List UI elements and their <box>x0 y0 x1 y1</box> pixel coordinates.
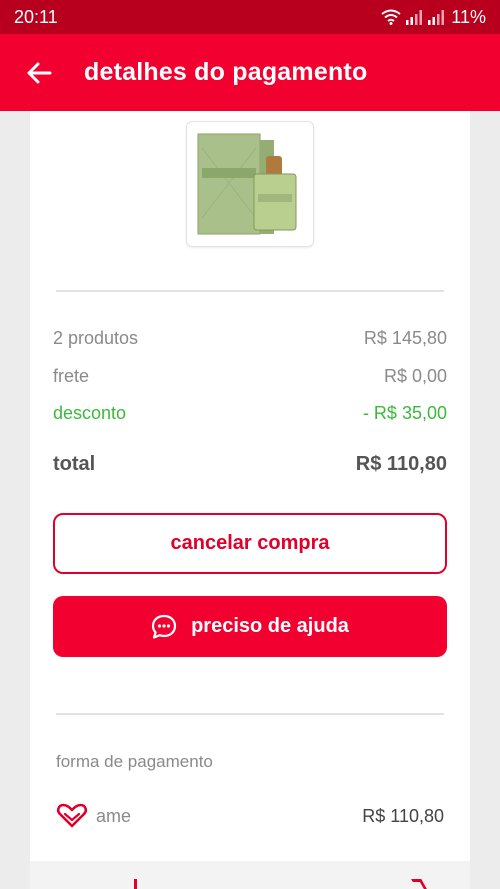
perfume-product-image <box>197 133 297 235</box>
cancel-purchase-label: cancelar compra <box>170 532 330 554</box>
shipping-value: R$ 0,00 <box>383 366 447 386</box>
shipping-label: frete <box>53 366 90 386</box>
summary-total-row: total R$ 110,80 <box>53 453 447 476</box>
back-button[interactable] <box>24 58 54 88</box>
discount-value: - R$ 35,00 <box>362 403 447 423</box>
summary-shipping-row: frete R$ 0,00 <box>53 366 447 387</box>
status-time: 20:11 <box>14 6 58 27</box>
payment-method-name: ame <box>96 805 132 826</box>
status-right: 11% <box>381 7 486 28</box>
need-help-button[interactable]: preciso de ajuda <box>53 596 447 657</box>
product-thumbnail[interactable] <box>186 121 314 247</box>
products-value: R$ 145,80 <box>363 328 447 348</box>
divider <box>56 290 444 292</box>
signal-icon <box>406 10 423 25</box>
payment-method-row: ame R$ 110,80 <box>56 801 444 831</box>
status-bar: 20:11 11% <box>0 0 500 34</box>
battery-level: 11% <box>451 6 486 27</box>
page-title: detalhes do pagamento <box>84 58 368 86</box>
wifi-icon <box>381 9 401 25</box>
total-label: total <box>53 453 96 475</box>
ame-heart-icon <box>56 803 88 828</box>
signal-icon <box>428 10 445 25</box>
discount-label: desconto <box>53 403 127 423</box>
payment-method-heading: forma de pagamento <box>56 752 213 771</box>
cancel-purchase-button[interactable]: cancelar compra <box>53 513 447 574</box>
app-bar: detalhes do pagamento <box>0 34 500 111</box>
need-help-label: preciso de ajuda <box>191 615 349 637</box>
payment-details-card: 2 produtos R$ 145,80 frete R$ 0,00 desco… <box>30 111 470 889</box>
partial-chevron-icon[interactable] <box>411 879 427 889</box>
arrow-left-icon <box>27 62 52 83</box>
partial-icon[interactable] <box>134 879 137 889</box>
products-label: 2 produtos <box>53 328 139 348</box>
payment-method-info: ame <box>56 803 131 829</box>
chat-bubble-icon <box>151 614 177 639</box>
summary-discount-row: desconto - R$ 35,00 <box>53 403 447 424</box>
total-value: R$ 110,80 <box>355 453 447 475</box>
status-icons <box>381 9 445 25</box>
divider <box>56 713 444 715</box>
payment-amount: R$ 110,80 <box>362 805 444 826</box>
bottom-action-strip <box>30 861 470 889</box>
summary-products-row: 2 produtos R$ 145,80 <box>53 328 447 349</box>
